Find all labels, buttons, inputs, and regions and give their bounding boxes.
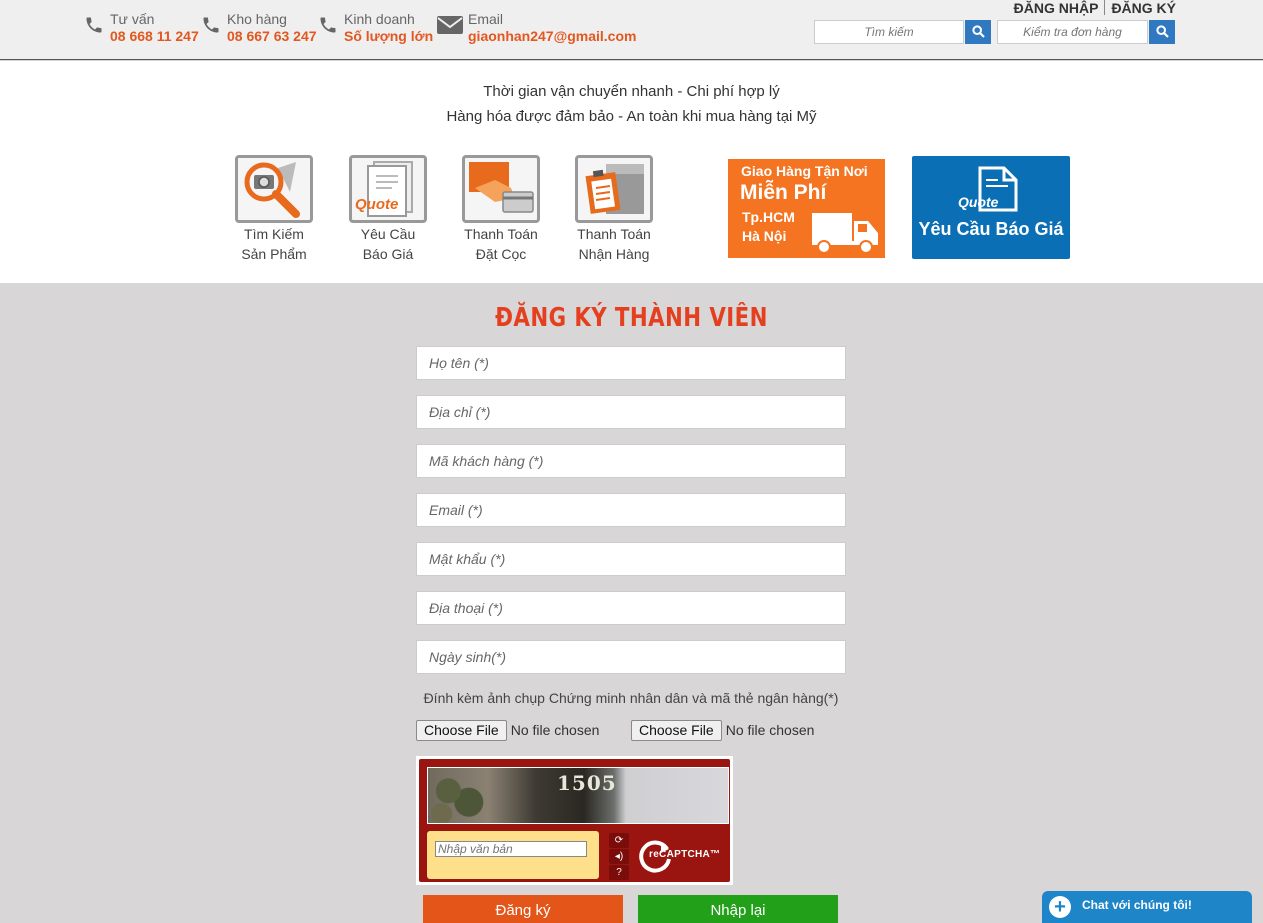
envelope-icon: [437, 15, 463, 37]
quote-document-icon: Quote: [349, 155, 427, 223]
choose-file-button[interactable]: Choose File: [416, 720, 507, 741]
search-icon: [971, 25, 985, 38]
file-status: No file chosen: [725, 722, 815, 738]
search-box: [814, 20, 991, 44]
customer-code-field[interactable]: [416, 444, 846, 478]
choose-file-button[interactable]: Choose File: [631, 720, 722, 741]
captcha-input[interactable]: [435, 841, 587, 857]
feature-label: Tìm Kiếm Sản Phẩm: [241, 226, 307, 262]
order-check-button[interactable]: [1149, 20, 1175, 44]
page-title: ĐĂNG KÝ THÀNH VIÊN: [495, 303, 768, 333]
contact-value[interactable]: 08 667 63 247: [227, 28, 317, 44]
feature-quote-request[interactable]: Quote Yêu Cầu Báo Giá: [343, 155, 433, 264]
password-field[interactable]: [416, 542, 846, 576]
phone-icon: [318, 15, 340, 37]
contact-value: Số lượng lớn: [344, 28, 434, 44]
promo-city: Tp.HCM: [742, 209, 795, 225]
contact-label: Kinh doanh: [344, 11, 415, 27]
refresh-icon[interactable]: ⟳: [609, 833, 629, 848]
captcha-input-area: [427, 831, 599, 879]
login-link[interactable]: ĐĂNG NHẬP: [1014, 0, 1099, 16]
contact-value[interactable]: giaonhan247@gmail.com: [468, 28, 636, 44]
file-input-id-card: Choose File No file chosen: [416, 720, 599, 741]
file-status: No file chosen: [510, 722, 600, 738]
help-icon[interactable]: ?: [609, 865, 629, 880]
banner: Thời gian vận chuyển nhanh - Chi phí hợp…: [0, 61, 1263, 283]
contact-label: Email: [468, 11, 504, 27]
feature-deposit-payment[interactable]: Thanh Toán Đặt Cọc: [456, 155, 546, 264]
search-icon: [1155, 25, 1169, 38]
feature-label: Yêu Cầu Báo Giá: [360, 226, 416, 262]
address-field[interactable]: [416, 395, 846, 429]
register-submit-button[interactable]: Đăng ký: [423, 895, 623, 923]
register-link[interactable]: ĐĂNG KÝ: [1111, 0, 1176, 16]
order-check-input[interactable]: [997, 20, 1148, 44]
slogan-line-1: Thời gian vận chuyển nhanh - Chi phí hợp…: [483, 83, 780, 100]
file-input-bank-card: Choose File No file chosen: [631, 720, 814, 741]
feature-label: Thanh Toán Đặt Cọc: [464, 226, 538, 262]
feature-search-product[interactable]: Tìm Kiếm Sản Phẩm: [229, 155, 319, 264]
captcha-image-text: 1505: [557, 771, 617, 795]
quote-badge: Quote: [958, 194, 999, 210]
feature-label: Thanh Toán Nhận Hàng: [577, 226, 651, 262]
email-field[interactable]: [416, 493, 846, 527]
attachment-label: Đính kèm ảnh chụp Chứng minh nhân dân và…: [423, 690, 839, 706]
promo-city: Hà Nội: [742, 228, 787, 244]
captcha-image: 1505: [427, 767, 729, 824]
order-check-box: [997, 20, 1175, 44]
audio-icon[interactable]: ◂): [609, 849, 629, 864]
quote-request-banner[interactable]: Quote Yêu Cầu Báo Giá: [912, 156, 1070, 259]
divider: [1104, 0, 1106, 15]
contact-value[interactable]: 08 668 11 247: [110, 28, 199, 44]
auth-links: ĐĂNG NHẬP ĐĂNG KÝ: [1014, 0, 1176, 16]
recaptcha-logo: reCAPTCHA™: [637, 837, 727, 873]
top-bar: Tư vấn 08 668 11 247 Kho hàng 08 667 63 …: [0, 0, 1263, 60]
reset-button[interactable]: Nhập lại: [638, 895, 838, 923]
contact-label: Tư vấn: [110, 11, 155, 27]
slogan-line-2: Hàng hóa được đảm bảo - An toàn khi mua …: [446, 108, 817, 125]
fullname-field[interactable]: [416, 346, 846, 380]
free-delivery-banner[interactable]: Giao Hàng Tận Nơi Miễn Phí Tp.HCM Hà Nội: [728, 159, 885, 258]
contact-label: Kho hàng: [227, 11, 287, 27]
quote-badge: Quote: [355, 196, 399, 213]
promo-label: Yêu Cầu Báo Giá: [918, 219, 1064, 239]
birthday-field[interactable]: [416, 640, 846, 674]
promo-headline: Miễn Phí: [740, 181, 827, 204]
captcha-widget: 1505 ⟳ ◂) ? reCAPTCHA™: [416, 756, 733, 885]
search-input[interactable]: [814, 20, 964, 44]
search-button[interactable]: [965, 20, 991, 44]
clipboard-box-icon: [575, 155, 653, 223]
plus-icon: +: [1049, 896, 1071, 918]
promo-line: Giao Hàng Tận Nơi: [741, 163, 868, 179]
phone-field[interactable]: [416, 591, 846, 625]
chat-widget[interactable]: + Chat với chúng tôi!: [1042, 891, 1252, 923]
captcha-panel: 1505 ⟳ ◂) ? reCAPTCHA™: [419, 759, 730, 882]
card-payment-icon: [462, 155, 540, 223]
chat-label: Chat với chúng tôi!: [1082, 898, 1192, 912]
truck-icon: [812, 213, 878, 254]
recaptcha-brand: reCAPTCHA™: [649, 849, 721, 860]
feature-delivery-payment[interactable]: Thanh Toán Nhận Hàng: [569, 155, 659, 264]
phone-icon: [201, 15, 223, 37]
magnifier-camera-icon: [235, 155, 313, 223]
phone-icon: [84, 15, 106, 37]
